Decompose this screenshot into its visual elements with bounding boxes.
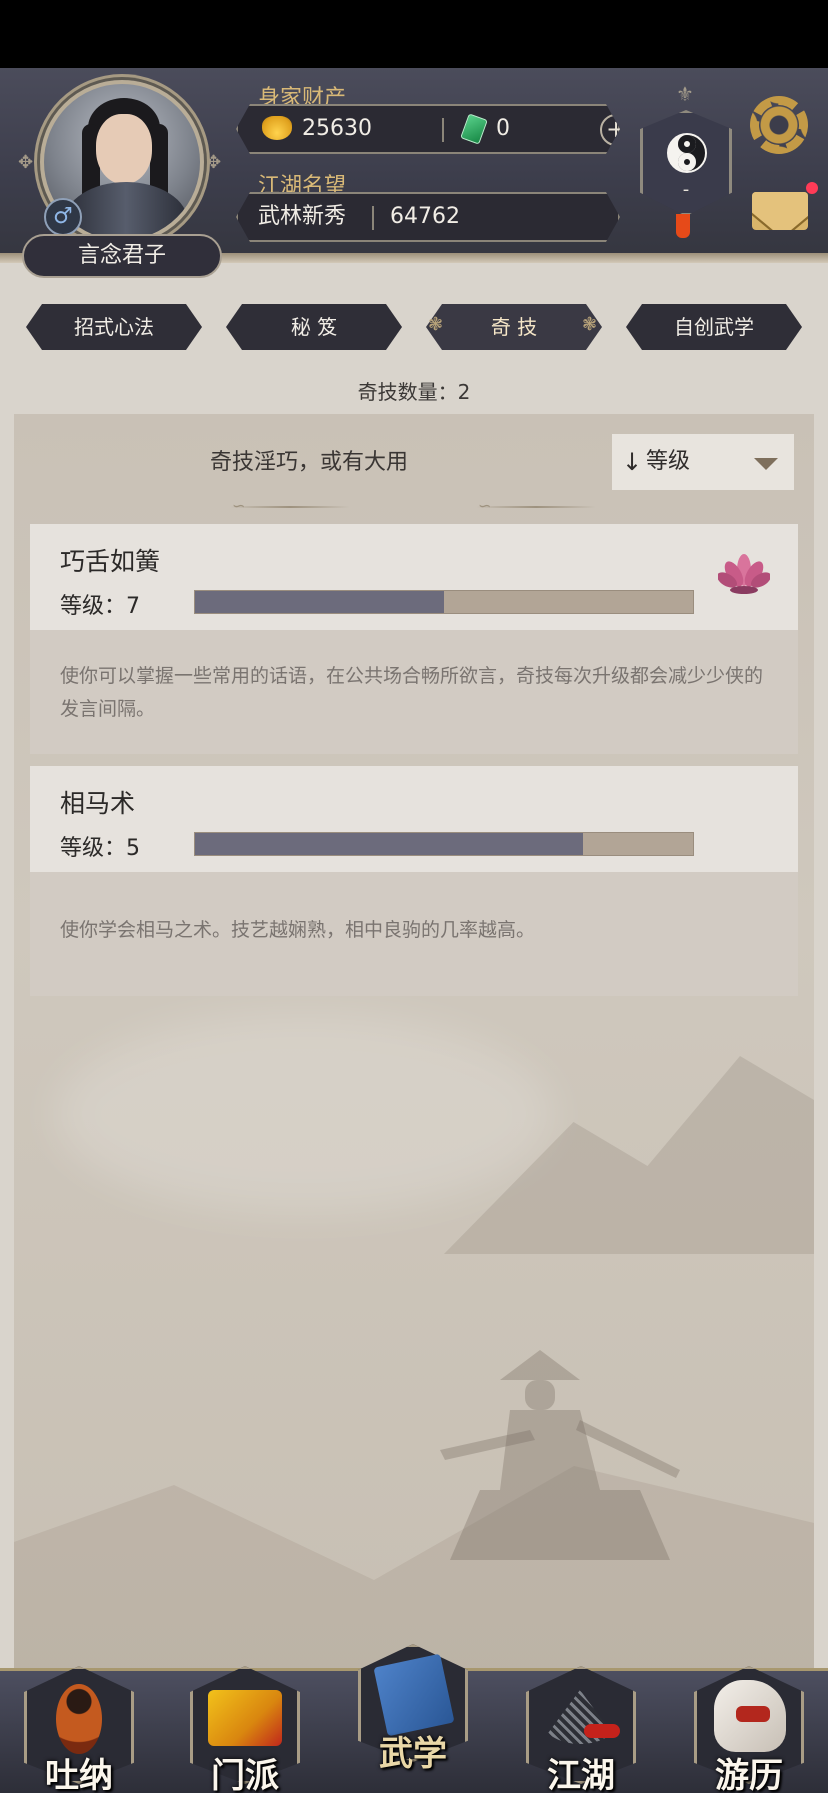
gold-ingot-icon bbox=[262, 116, 292, 140]
sort-label: 等级 bbox=[646, 449, 691, 474]
nav-martial-arts[interactable]: 武学 bbox=[358, 1638, 468, 1774]
settings-gear-icon[interactable] bbox=[750, 96, 808, 154]
panel-motto: 奇技淫巧，或有大用 bbox=[209, 450, 408, 475]
tassel-icon bbox=[676, 214, 690, 238]
skill-description: 使你学会相马之术。技艺越娴熟，相中良驹的几率越高。 bbox=[60, 919, 536, 941]
skill-name: 巧舌如簧 bbox=[60, 547, 161, 576]
nav-jianghu[interactable]: 江湖 bbox=[526, 1660, 636, 1793]
pill-divider bbox=[372, 206, 374, 230]
skill-card-header: 巧舌如簧 等级：7 bbox=[30, 524, 798, 630]
skill-level: 等级：5 bbox=[60, 836, 140, 861]
skill-card[interactable]: 巧舌如簧 等级：7 使你可以掌握一些常用的话语，在公共场合畅所欲言，奇技每次升级… bbox=[30, 524, 798, 754]
jade-icon bbox=[460, 113, 488, 144]
curl-ornament-icon: ∽ bbox=[478, 496, 492, 515]
skill-progress-fill bbox=[195, 591, 444, 613]
sect-value: - bbox=[682, 179, 690, 200]
tab-custom-martial-arts[interactable]: 自创武学 bbox=[626, 304, 802, 350]
taiji-icon bbox=[667, 133, 707, 173]
status-bar bbox=[0, 0, 828, 68]
pill-divider bbox=[442, 118, 444, 142]
ornament-right-icon: ✥ bbox=[206, 152, 222, 173]
skill-card-body: 使你学会相马之术。技艺越娴熟，相中良驹的几率越高。 bbox=[30, 872, 798, 996]
skill-progress-bar bbox=[194, 832, 694, 856]
tab-moves-methods[interactable]: 招式心法 bbox=[26, 304, 202, 350]
curl-ornament-icon: ∽ bbox=[232, 496, 246, 515]
divider-ornament bbox=[476, 506, 596, 508]
sort-arrow-down-icon: ↓ bbox=[622, 448, 643, 476]
avatar-face bbox=[96, 114, 152, 184]
nav-label: 江湖 bbox=[547, 1756, 615, 1793]
player-name: 言念君子 bbox=[22, 234, 222, 278]
skill-level: 等级：7 bbox=[60, 594, 140, 619]
tab-active-ornament-left-icon: ❃ bbox=[428, 314, 444, 335]
sort-dropdown[interactable]: ↓ 等级 bbox=[612, 434, 794, 490]
nav-label: 门派 bbox=[211, 1756, 279, 1793]
mist-deco bbox=[54, 1014, 554, 1214]
skill-card-header: 相马术 等级：5 bbox=[30, 766, 798, 872]
martial-book-icon bbox=[373, 1653, 455, 1737]
lotus-icon bbox=[718, 554, 770, 594]
wealth-bar: 25630 0 + bbox=[236, 104, 620, 154]
saddle-icon bbox=[736, 1706, 770, 1722]
skill-card[interactable]: 相马术 等级：5 使你学会相马之术。技艺越娴熟，相中良驹的几率越高。 bbox=[30, 766, 798, 996]
tab-manuals[interactable]: 秘 笈 bbox=[226, 304, 402, 350]
male-gender-icon: ♂ bbox=[44, 198, 82, 236]
wanderer-silhouette-icon bbox=[440, 1350, 680, 1560]
meditating-monk-icon bbox=[56, 1684, 102, 1754]
nav-travel[interactable]: 游历 bbox=[694, 1660, 804, 1793]
skill-progress-fill bbox=[195, 833, 584, 855]
skill-card-body: 使你可以掌握一些常用的话语，在公共场合畅所欲言，奇技每次升级都会减少少侠的发言间… bbox=[30, 630, 798, 754]
tab-active-ornament-right-icon: ❃ bbox=[582, 314, 598, 335]
reputation-amount: 64762 bbox=[390, 204, 460, 229]
nav-meditation[interactable]: 吐纳 bbox=[24, 1660, 134, 1793]
jade-amount: 0 bbox=[496, 116, 510, 141]
nav-sect[interactable]: 门派 bbox=[190, 1660, 300, 1793]
skill-count: 奇技数量：2 bbox=[357, 380, 471, 404]
skill-name: 相马术 bbox=[60, 789, 136, 818]
reputation-bar: 武林新秀 64762 bbox=[236, 192, 620, 242]
rank-title: 武林新秀 bbox=[258, 204, 347, 229]
fleur-ornament-icon: ⚜ bbox=[676, 82, 694, 106]
mountain-deco bbox=[14, 1466, 814, 1694]
nav-label: 吐纳 bbox=[45, 1756, 113, 1793]
red-ribbon-icon bbox=[584, 1724, 620, 1738]
nav-label: 武学 bbox=[379, 1734, 447, 1774]
divider-ornament bbox=[230, 506, 350, 508]
gold-amount: 25630 bbox=[302, 116, 372, 141]
skill-progress-bar bbox=[194, 590, 694, 614]
tab-special-skills[interactable]: 奇 技 bbox=[426, 304, 602, 350]
skill-description: 使你可以掌握一些常用的话语，在公共场合畅所欲言，奇技每次升级都会减少少侠的发言间… bbox=[60, 665, 764, 720]
sect-banner-icon bbox=[208, 1690, 282, 1746]
nav-label: 游历 bbox=[715, 1756, 783, 1793]
mail-envelope-icon[interactable] bbox=[752, 192, 808, 230]
chevron-down-icon bbox=[754, 458, 778, 470]
mail-notification-dot bbox=[806, 182, 818, 194]
ornament-left-icon: ✥ bbox=[18, 152, 34, 173]
